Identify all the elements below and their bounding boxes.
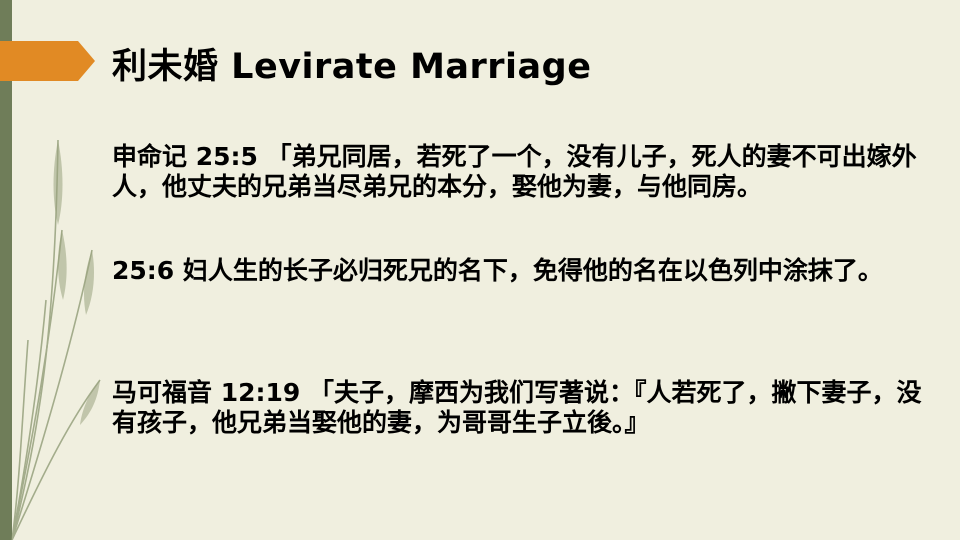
slide-title: 利未婚 Levirate Marriage <box>112 47 592 87</box>
scripture-deuteronomy-25-6: 25:6 妇人生的长子必归死兄的名下，免得他的名在以色列中涂抹了。 <box>112 256 883 285</box>
orange-arrow-icon <box>0 41 95 81</box>
scripture-mark-12-19: 马可福音 12:19 「夫子，摩西为我们写著说：『人若死了，撇下妻子，没有孩子，… <box>112 378 922 437</box>
leaf-lines-decoration <box>11 139 101 540</box>
scripture-deuteronomy-25-5: 申命记 25:5 「弟兄同居，若死了一个，没有儿子，死人的妻不可出嫁外人，他丈夫… <box>112 142 917 201</box>
